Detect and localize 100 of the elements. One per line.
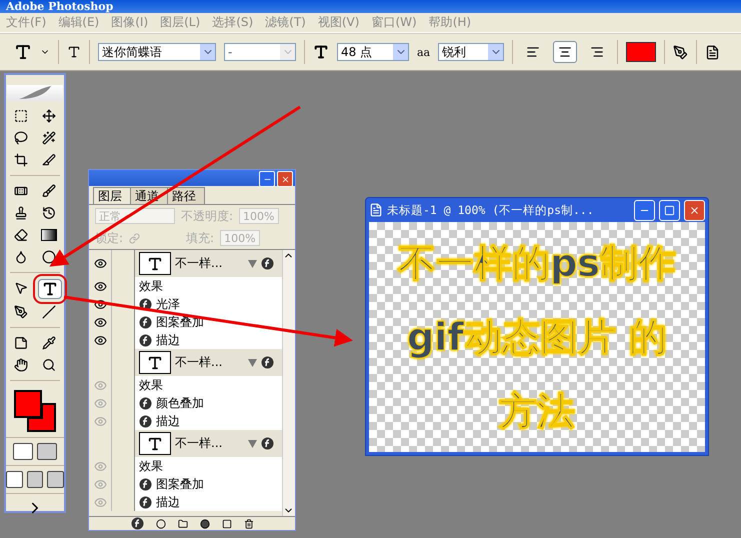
note-icon xyxy=(14,336,28,350)
font-size-select[interactable]: 48 点 xyxy=(337,43,409,61)
layer-row[interactable]: 不一样... xyxy=(89,250,282,277)
effect-row[interactable]: 描边 xyxy=(89,412,282,430)
warp-text-icon[interactable] xyxy=(673,44,688,60)
effect-row[interactable]: 光泽 xyxy=(89,295,282,313)
effect-icon xyxy=(139,496,152,508)
layer-name: 不一样... xyxy=(175,255,224,272)
eye-icon[interactable] xyxy=(94,334,106,346)
screen-mode-button[interactable] xyxy=(26,471,44,488)
line-icon xyxy=(42,305,56,319)
screen-mode-button[interactable] xyxy=(6,471,23,488)
crop-icon xyxy=(14,153,28,167)
eye-icon[interactable] xyxy=(94,280,106,292)
hand-icon xyxy=(14,358,28,372)
text-layer-thumbnail xyxy=(139,351,171,374)
folder-icon[interactable] xyxy=(178,518,188,528)
maximize-icon xyxy=(664,204,675,216)
effect-row[interactable]: 颜色叠加 xyxy=(89,394,282,412)
screen-mode-button[interactable] xyxy=(47,471,64,488)
effect-icon xyxy=(139,316,152,328)
align-icon xyxy=(590,45,604,59)
move-icon xyxy=(42,109,56,123)
effect-icon xyxy=(261,356,274,369)
lasso-icon xyxy=(14,131,28,145)
layer-name: 不一样... xyxy=(175,435,224,452)
document-icon xyxy=(369,203,383,217)
align-icon xyxy=(526,45,540,59)
close-button[interactable] xyxy=(684,200,705,220)
mask-icon[interactable] xyxy=(156,518,166,528)
effect-row[interactable]: 描边 xyxy=(89,493,282,511)
ball-icon xyxy=(42,250,56,264)
close-button[interactable] xyxy=(277,171,293,187)
eye-icon[interactable] xyxy=(94,298,106,310)
panel-tab[interactable]: 路径 xyxy=(167,187,205,204)
eye-icon[interactable] xyxy=(94,316,106,328)
link-cell[interactable] xyxy=(112,250,135,277)
antialias-select[interactable]: 锐利 xyxy=(438,43,504,61)
minimize-button[interactable] xyxy=(259,171,275,187)
opacity-label: 不透明度: xyxy=(181,208,234,224)
triangle-icon[interactable] xyxy=(248,358,257,366)
close-icon xyxy=(689,204,700,216)
maximize-button[interactable] xyxy=(659,200,680,220)
eye-icon[interactable] xyxy=(94,257,106,270)
align-button[interactable] xyxy=(553,41,578,63)
layer-row[interactable]: 不一样... xyxy=(89,349,282,376)
app-title: Adobe Photoshop xyxy=(6,0,114,13)
pointer-icon xyxy=(14,281,28,295)
canvas-text: 方法 xyxy=(499,388,575,434)
layer-row[interactable]: 不一样... xyxy=(89,430,282,457)
align-icon xyxy=(558,45,572,59)
quick-mask-button[interactable] xyxy=(37,443,57,460)
standard-mode-button[interactable] xyxy=(13,443,33,460)
text-color-swatch[interactable] xyxy=(626,42,656,62)
vertical-type-icon[interactable] xyxy=(67,45,81,59)
effect-icon xyxy=(139,478,152,490)
eraser-icon xyxy=(14,228,28,242)
panel-tab[interactable]: 图层 xyxy=(93,187,131,204)
effects-label: 效果 xyxy=(139,376,163,394)
effect-name: 描边 xyxy=(156,332,180,348)
effect-icon xyxy=(139,334,152,346)
background-color-swatch[interactable] xyxy=(27,403,56,432)
effect-row[interactable]: 描边 xyxy=(89,331,282,349)
knife-icon xyxy=(42,153,56,167)
tool-button[interactable] xyxy=(38,226,60,244)
effect-icon xyxy=(139,414,152,428)
new-layer-icon[interactable] xyxy=(222,518,232,528)
type-tool-icon[interactable] xyxy=(14,43,32,61)
effects-label: 效果 xyxy=(139,458,163,474)
palettes-icon[interactable] xyxy=(705,44,720,60)
visibility-cell[interactable] xyxy=(89,250,112,277)
trash-icon[interactable] xyxy=(244,518,254,528)
font-size-icon xyxy=(313,44,329,60)
adjustment-icon[interactable] xyxy=(200,518,210,528)
layer-name: 不一样... xyxy=(175,354,224,371)
scrollbar[interactable] xyxy=(282,250,295,516)
bandage-icon xyxy=(14,184,28,198)
droplet-icon xyxy=(14,250,28,264)
effect-icon xyxy=(139,298,152,310)
effect-name: 图案叠加 xyxy=(156,476,204,492)
stamp-icon xyxy=(14,206,28,220)
pen-icon xyxy=(14,305,28,319)
close-icon xyxy=(280,174,290,184)
effect-name: 描边 xyxy=(156,494,180,510)
foreground-color-swatch[interactable] xyxy=(14,390,42,418)
font-style-select[interactable]: - xyxy=(224,43,296,61)
text-layer-thumbnail xyxy=(139,432,171,455)
effect-icon xyxy=(130,517,144,530)
triangle-icon[interactable] xyxy=(248,440,257,448)
magic-wand-icon xyxy=(42,131,56,145)
effect-name: 光泽 xyxy=(156,296,180,312)
font-family-select[interactable]: 迷你简蝶语 xyxy=(98,43,216,61)
effect-row[interactable]: 图案叠加 xyxy=(89,475,282,493)
minimize-button[interactable] xyxy=(634,200,655,220)
effect-name: 颜色叠加 xyxy=(156,394,204,412)
brush-icon xyxy=(42,184,56,198)
gradient-icon xyxy=(41,229,57,241)
feather-logo xyxy=(7,85,63,101)
canvas-text: 不一样的ps制作 xyxy=(398,240,676,286)
triangle-icon[interactable] xyxy=(248,260,257,268)
